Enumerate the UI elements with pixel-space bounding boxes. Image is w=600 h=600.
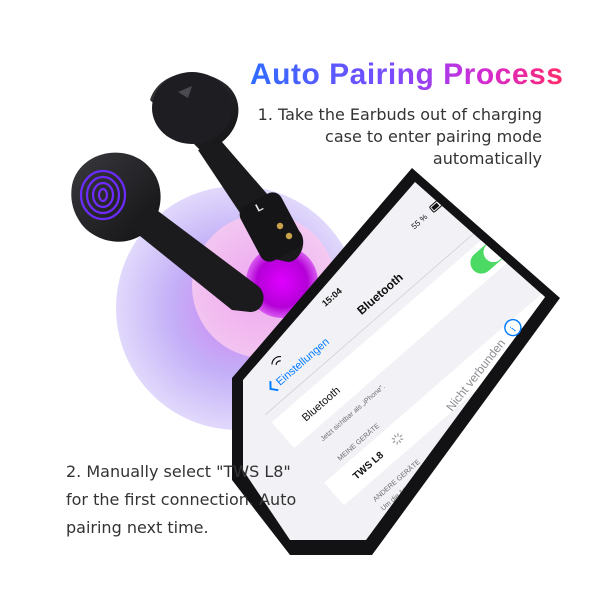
step-1-text: 1. Take the Earbuds out of charging case… [257, 105, 542, 168]
page-title: Auto Pairing Process [250, 58, 564, 91]
step-2-text: 2. Manually select "TWS L8" for the firs… [66, 462, 297, 537]
